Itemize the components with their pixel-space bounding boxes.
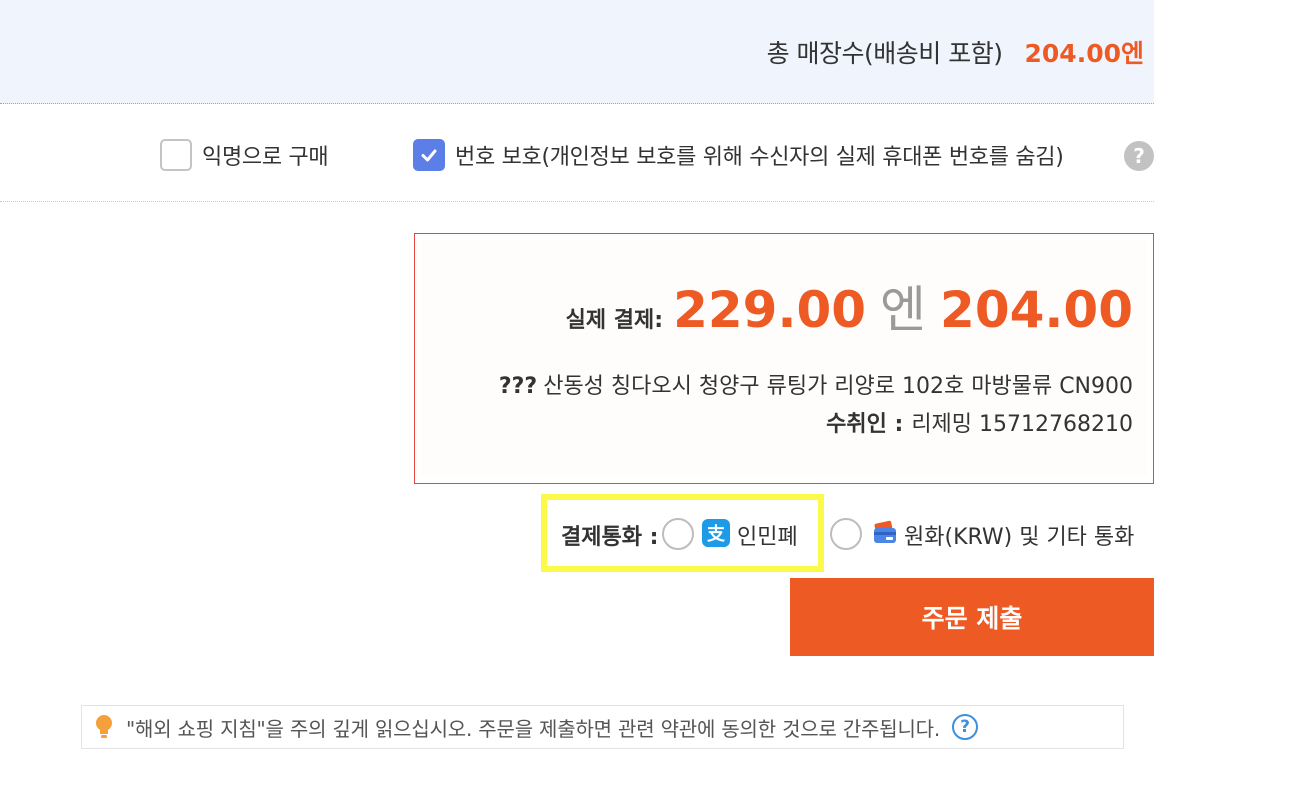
receiver-info: 수취인 : 리제밍 15712768210	[826, 406, 1133, 438]
notice-help-icon[interactable]: ?	[952, 714, 979, 740]
lightbulb-icon	[96, 715, 112, 738]
currency-radio-cny[interactable]	[662, 518, 694, 550]
order-total-bar: 총 매장수(배송비 포함) 204.00엔	[0, 0, 1154, 104]
total-label: 총 매장수(배송비 포함)	[766, 38, 1003, 68]
payment-label: 실제 결제:	[565, 308, 664, 333]
anonymous-purchase-option[interactable]: 익명으로 구매	[160, 139, 329, 171]
original-amount: 229.00	[673, 281, 867, 339]
number-protection-label: 번호 보호(개인정보 보호를 위해 수신자의 실제 휴대폰 번호를 숨김)	[455, 145, 1064, 170]
receiver-value: 리제밍 15712768210	[911, 412, 1133, 437]
number-protection-checkbox[interactable]	[413, 139, 445, 171]
currency-option-cny-label[interactable]: 인민폐	[737, 519, 798, 551]
payment-currency-label: 결제통화 :	[561, 525, 659, 550]
final-amount: 204.00	[940, 281, 1133, 339]
shopping-guide-notice: "해외 쇼핑 지침"을 주의 깊게 읽으십시오. 주문을 제출하면 관련 약관에…	[81, 705, 1124, 749]
currency-option-krw-label[interactable]: 원화(KRW) 및 기타 통화	[904, 519, 1134, 551]
number-protection-option[interactable]: 번호 보호(개인정보 보호를 위해 수신자의 실제 휴대폰 번호를 숨김)	[413, 139, 1064, 171]
receiver-label: 수취인 :	[826, 412, 904, 437]
alipay-icon: 支	[702, 519, 730, 547]
total-value: 204.00엔	[1024, 38, 1144, 68]
card-icon	[874, 520, 896, 543]
anonymous-purchase-label: 익명으로 구매	[202, 145, 329, 170]
currency-radio-krw[interactable]	[830, 518, 862, 550]
shipping-address: ??? 산동성 칭다오시 청양구 류팅가 리양로 102호 마방물류 CN900	[499, 368, 1133, 400]
payment-summary-inner: 실제 결제: 229.00 엔 204.00 ??? 산동성 칭다오시 청양구 류…	[421, 240, 1147, 477]
help-question-icon[interactable]: ?	[1124, 141, 1154, 171]
submit-order-button[interactable]: 주문 제출	[790, 578, 1154, 656]
payment-summary-box: 실제 결제: 229.00 엔 204.00 ??? 산동성 칭다오시 청양구 류…	[414, 233, 1154, 484]
payment-amount-line: 실제 결제: 229.00 엔 204.00	[566, 270, 1133, 342]
checkmark-icon	[421, 149, 437, 162]
anonymous-purchase-checkbox[interactable]	[160, 139, 192, 171]
notice-text: "해외 쇼핑 지침"을 주의 깊게 읽으십시오. 주문을 제출하면 관련 약관에…	[126, 716, 941, 741]
order-options-row: 익명으로 구매 번호 보호(개인정보 보호를 위해 수신자의 실제 휴대폰 번호…	[0, 104, 1154, 202]
currency-unit: 엔	[880, 281, 927, 339]
address-prefix: ???	[498, 374, 538, 399]
address-text: 산동성 칭다오시 청양구 류팅가 리양로 102호 마방물류 CN900	[543, 374, 1133, 399]
